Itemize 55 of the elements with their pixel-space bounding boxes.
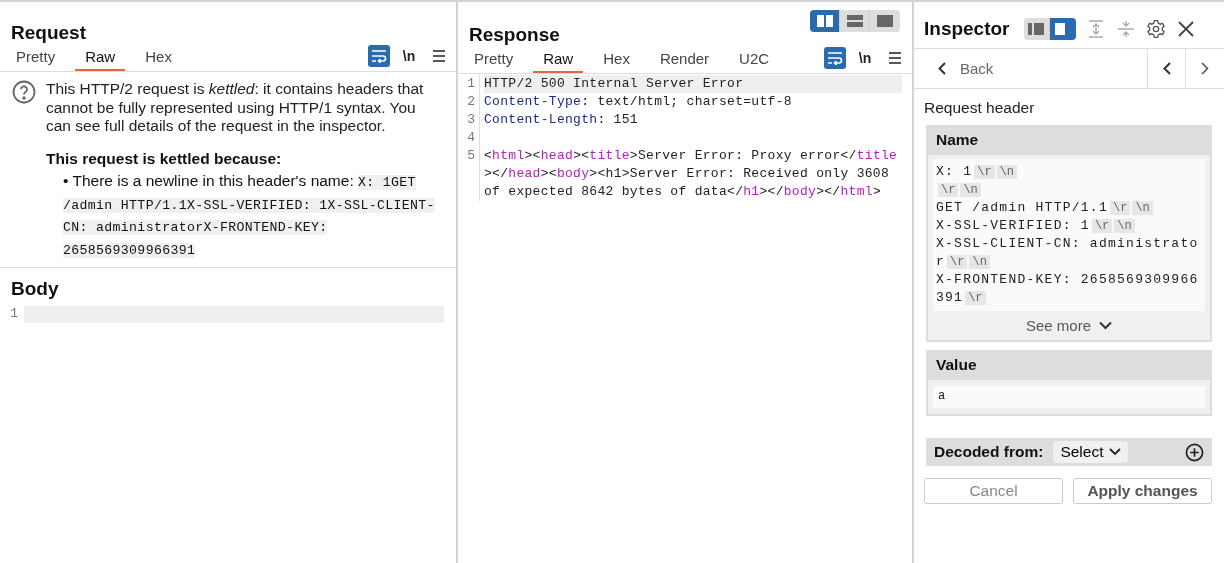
name-field[interactable]: X: 1 \r \n \r \n GET /admin HTTP/1.1 \r \n X-SSL-VERIFIED: 1 \r \n X-SSL-CLIENT-CN: administrator \r \n X-FRONTEND-KEY: 2658569309966391 \r [933, 159, 1205, 311]
body-title: Body [10, 278, 60, 300]
bullet: • [63, 171, 69, 189]
panel-title: Request [10, 22, 87, 44]
settings-icon[interactable] [1145, 19, 1166, 39]
wrap-lines-icon[interactable] [368, 45, 390, 67]
layout-toggle[interactable] [810, 10, 840, 32]
line-number: 3 [458, 111, 480, 129]
code-line: Content-Length: 151 [484, 111, 639, 129]
select-dropdown[interactable]: Select [1053, 441, 1129, 463]
tab[interactable]: Render [649, 50, 720, 73]
close-icon[interactable] [1175, 19, 1196, 39]
line-number: 1 [9, 306, 19, 323]
tab[interactable]: Raw [75, 48, 126, 71]
left-layout-icon [1028, 23, 1045, 35]
panel-title: Response [468, 24, 561, 46]
layout-toggle[interactable] [1049, 18, 1076, 40]
back-button[interactable]: Back [914, 49, 1148, 88]
add-icon[interactable] [1185, 442, 1204, 462]
tab[interactable]: Pretty [6, 48, 66, 71]
kettled-notice-text: This HTTP/2 request is kettled: it contains headers that cannot be fully represented using HTTP/1 syntax. You can see full details of the request in the inspector. [46, 80, 425, 136]
chevron-left-icon [1162, 62, 1171, 75]
columns-layout-icon [816, 15, 833, 27]
code-line: <html><head><title>Server Error: Proxy error</title ></head><body><h1>Server Error: Received only 3608 of expected 8642 bytes of data</h1></body></html> [484, 147, 899, 201]
section-title: Request header [924, 99, 1036, 117]
rows-layout-icon [846, 15, 863, 27]
decoded-from-label: Decoded from: [934, 443, 1044, 461]
value-field[interactable]: a [933, 386, 1205, 408]
newline-toggle[interactable]: \n [398, 45, 420, 67]
newline-toggle[interactable]: \n [854, 47, 876, 69]
tab[interactable]: Raw [533, 50, 584, 73]
tab[interactable]: Pretty [464, 50, 524, 73]
line-number: 5 [458, 147, 480, 201]
tab[interactable]: Hex [593, 50, 640, 73]
line-number: 4 [458, 129, 480, 147]
panel-title: Inspector [924, 18, 1010, 40]
chevron-left-icon [938, 62, 946, 75]
code-line: Content-Type: text/html; charset=utf-8 [484, 93, 793, 111]
line-number: 1 [458, 75, 480, 93]
help-icon [12, 80, 36, 104]
chevron-right-icon [1201, 62, 1209, 75]
tab[interactable]: U2C [729, 50, 780, 73]
chevron-down-icon [1109, 448, 1122, 456]
chevron-down-icon [1099, 321, 1112, 330]
line-number: 2 [458, 93, 480, 111]
tab[interactable]: Hex [135, 48, 182, 71]
layout-toggle[interactable] [1023, 18, 1050, 40]
cancel-button[interactable]: Cancel [924, 478, 1063, 504]
reason-heading: This request is kettled because: [46, 149, 283, 168]
field-label: Name [928, 125, 1210, 155]
see-more-button[interactable]: See more [1025, 315, 1112, 340]
apply-button[interactable]: Apply changes [1073, 478, 1212, 504]
field-label: Value [928, 350, 1210, 380]
single-layout-icon [877, 15, 893, 27]
wrap-lines-icon[interactable] [824, 47, 846, 69]
